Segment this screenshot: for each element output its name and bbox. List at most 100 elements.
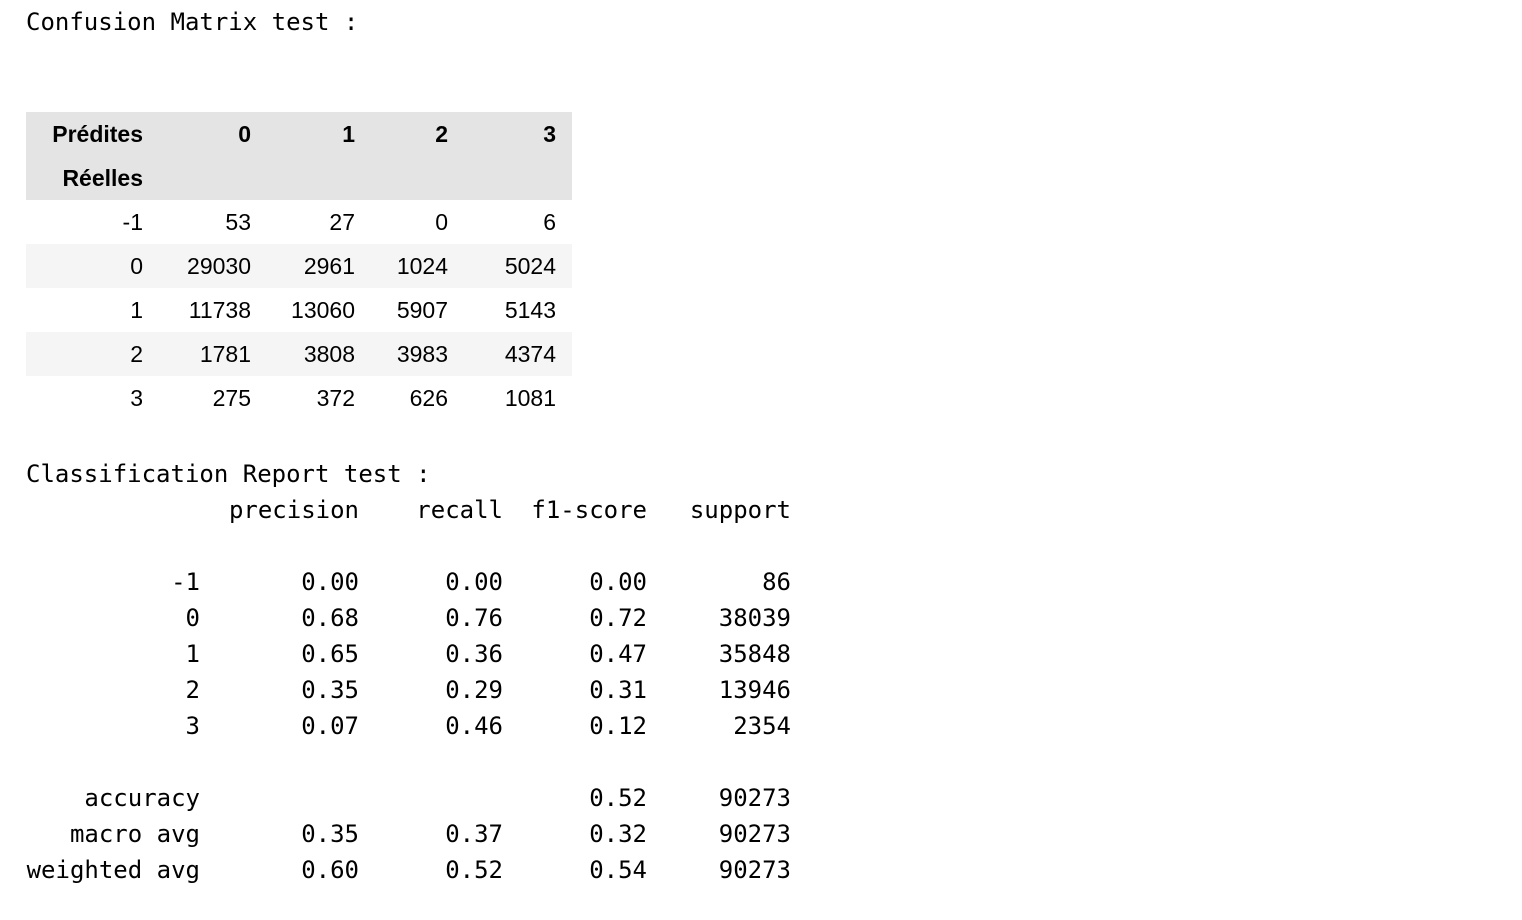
report-f1: 0.31 (589, 676, 647, 704)
report-row: 1 0.65 0.36 0.47 35848 (26, 636, 791, 672)
report-precision: 0.60 (301, 856, 359, 884)
report-precision: 0.35 (301, 676, 359, 704)
report-recall: 0.52 (445, 856, 503, 884)
table-cell: 1024 (371, 244, 464, 288)
table-cell: 626 (409, 384, 448, 411)
row-index: -1 (122, 208, 143, 235)
row-index: 1 (130, 296, 143, 323)
report-precision (200, 780, 359, 816)
confusion-matrix-title: Confusion Matrix test : (26, 8, 359, 36)
table-row: 3 275 372 626 1081 (26, 376, 572, 420)
empty-header-cell (371, 156, 464, 200)
table-cell: 2961 (267, 244, 371, 288)
report-row-label: accuracy (84, 784, 200, 812)
empty-header-cell (159, 156, 267, 200)
report-f1: 0.00 (589, 568, 647, 596)
confusion-matrix-table: Prédites 0 1 2 3 Réelles -1 53 27 0 6 0 … (26, 112, 572, 420)
table-cell: 5907 (396, 296, 448, 323)
table-cell: 1781 (159, 332, 267, 376)
table-cell: 6 (543, 208, 556, 235)
report-support: 13946 (718, 676, 791, 704)
row-index: 0 (26, 244, 159, 288)
report-f1: 0.47 (589, 640, 647, 668)
report-f1: 0.54 (589, 856, 647, 884)
report-recall: 0.46 (445, 712, 503, 740)
report-precision: 0.00 (301, 568, 359, 596)
table-cell: 275 (212, 384, 251, 411)
report-recall: 0.29 (445, 676, 503, 704)
report-recall (359, 780, 503, 816)
report-f1: 0.12 (589, 712, 647, 740)
report-blank-row (26, 528, 791, 564)
table-cell: 3808 (267, 332, 371, 376)
report-support: 90273 (718, 784, 791, 812)
report-row-label: 3 (185, 712, 200, 740)
report-row-label: 2 (185, 676, 200, 704)
report-f1: 0.32 (589, 820, 647, 848)
report-precision: 0.68 (301, 604, 359, 632)
report-row: 2 0.35 0.29 0.31 13946 (26, 672, 791, 708)
report-row: 3 0.07 0.46 0.12 2354 (26, 708, 791, 744)
table-row: 1 11738 13060 5907 5143 (26, 288, 572, 332)
table-row: 2 1781 3808 3983 4374 (26, 332, 572, 376)
table-row: 0 29030 2961 1024 5024 (26, 244, 572, 288)
report-summary-row: macro avg 0.35 0.37 0.32 90273 (26, 816, 791, 852)
report-row-label: 0 (185, 604, 200, 632)
table-cell: 53 (225, 208, 251, 235)
report-f1: 0.52 (589, 784, 647, 812)
index-header-row: Réelles (26, 156, 572, 200)
table-cell: 0 (435, 208, 448, 235)
table-cell: 3983 (371, 332, 464, 376)
report-row-label: 1 (185, 640, 200, 668)
report-header-support: support (689, 496, 791, 524)
table-cell: 5024 (464, 244, 572, 288)
report-recall: 0.76 (445, 604, 503, 632)
report-row-label: weighted avg (26, 856, 200, 884)
report-header-precision: precision (228, 496, 359, 524)
report-support: 90273 (718, 856, 791, 884)
classification-report: precision recall f1-score support -1 0.0… (26, 492, 791, 888)
column-header: 0 (159, 112, 267, 156)
report-row: -1 0.00 0.00 0.00 86 (26, 564, 791, 600)
table-cell: 372 (316, 384, 355, 411)
table-cell: 27 (329, 208, 355, 235)
report-label-spacer (26, 492, 200, 528)
report-precision: 0.65 (301, 640, 359, 668)
column-header: 2 (371, 112, 464, 156)
report-support: 90273 (718, 820, 791, 848)
row-index: 3 (130, 384, 143, 411)
row-index: 2 (26, 332, 159, 376)
report-f1: 0.72 (589, 604, 647, 632)
report-recall: 0.36 (445, 640, 503, 668)
confusion-matrix: Prédites 0 1 2 3 Réelles -1 53 27 0 6 0 … (26, 112, 572, 420)
columns-axis-label: Prédites (26, 112, 159, 156)
report-support: 38039 (718, 604, 791, 632)
column-header: 3 (464, 112, 572, 156)
report-precision: 0.35 (301, 820, 359, 848)
report-header-recall: recall (416, 496, 503, 524)
report-precision: 0.07 (301, 712, 359, 740)
table-cell: 5143 (504, 296, 556, 323)
empty-header-cell (267, 156, 371, 200)
classification-report-title: Classification Report test : (26, 460, 431, 488)
report-summary-row: weighted avg 0.60 0.52 0.54 90273 (26, 852, 791, 888)
report-support: 2354 (733, 712, 791, 740)
report-header-f1: f1-score (531, 496, 647, 524)
table-cell: 11738 (188, 296, 251, 323)
report-support: 35848 (718, 640, 791, 668)
table-cell: 13060 (291, 296, 355, 323)
report-support: 86 (762, 568, 791, 596)
report-row-label: -1 (171, 568, 200, 596)
columns-header-row: Prédites 0 1 2 3 (26, 112, 572, 156)
table-cell: 1081 (504, 384, 556, 411)
report-recall: 0.00 (445, 568, 503, 596)
report-row: 0 0.68 0.76 0.72 38039 (26, 600, 791, 636)
report-recall: 0.37 (445, 820, 503, 848)
table-cell: 4374 (464, 332, 572, 376)
empty-header-cell (464, 156, 572, 200)
column-header: 1 (267, 112, 371, 156)
table-cell: 29030 (159, 244, 267, 288)
report-summary-row: accuracy 0.52 90273 (26, 780, 791, 816)
index-axis-label: Réelles (26, 156, 159, 200)
report-blank-row (26, 744, 791, 780)
